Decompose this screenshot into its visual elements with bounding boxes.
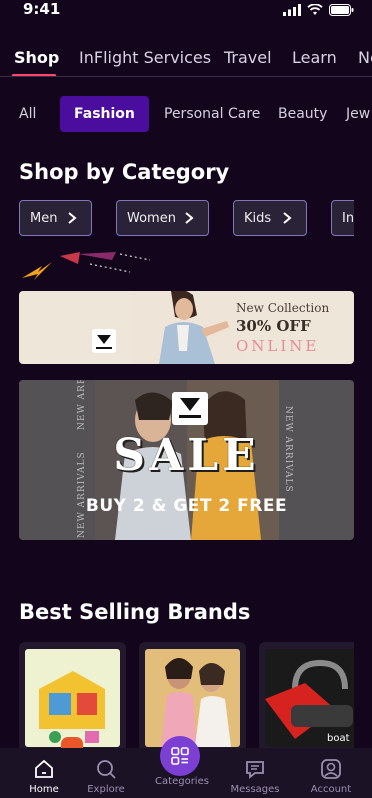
toy-product-image <box>25 649 120 747</box>
decorative-burst-graphic <box>22 252 151 280</box>
chevron-right-icon <box>283 212 292 224</box>
category-partial[interactable]: In <box>331 200 354 236</box>
side-text-left-top: NEW ARRIVALS <box>77 380 87 430</box>
subtab-personal-care[interactable]: Personal Care <box>164 106 260 122</box>
nav-account[interactable]: Account <box>301 758 361 795</box>
disrupt-logo-icon <box>96 335 112 349</box>
status-bar: 9:41 <box>0 0 372 22</box>
tab-inflight-services[interactable]: InFlight Services <box>79 48 211 67</box>
battery-icon <box>329 4 354 16</box>
account-icon <box>321 759 341 779</box>
brand-card-audio[interactable]: boat <box>259 642 354 752</box>
subtab-fashion[interactable]: Fashion <box>60 96 149 132</box>
brand-logo <box>172 392 208 425</box>
category-label: Kids <box>244 210 272 226</box>
nav-label: Categories <box>155 776 209 787</box>
brand-card-fashion[interactable] <box>139 642 246 752</box>
banner-collection-line2: 30% OFF <box>236 317 311 335</box>
nav-label: Explore <box>87 784 125 795</box>
wifi-icon <box>307 4 323 15</box>
subtab-partial[interactable]: Jew <box>346 106 370 122</box>
category-label: Men <box>30 210 58 226</box>
brand-logo <box>92 329 116 353</box>
category-men[interactable]: Men <box>19 200 92 236</box>
chevron-right-icon <box>68 212 77 224</box>
categories-icon <box>171 747 189 765</box>
brand-image <box>25 649 120 747</box>
brand-image <box>145 649 240 747</box>
nav-label: Account <box>310 784 352 795</box>
nav-messages[interactable]: Messages <box>225 758 285 795</box>
chevron-right-icon <box>185 212 194 224</box>
nav-explore[interactable]: Explore <box>76 758 136 795</box>
promo-banner-collection[interactable]: New Collection 30% OFF ONLINE <box>19 291 354 364</box>
nav-categories[interactable]: Categories <box>152 776 212 787</box>
best-selling-brands-title: Best Selling Brands <box>19 600 251 624</box>
nav-label: Home <box>29 784 59 795</box>
category-kids[interactable]: Kids <box>233 200 307 236</box>
brand-label: boat <box>327 733 350 744</box>
disrupt-logo-icon <box>179 398 201 418</box>
brand-card-toys[interactable] <box>19 642 126 752</box>
category-women[interactable]: Women <box>116 200 209 236</box>
signal-icon <box>283 4 301 16</box>
home-icon <box>35 759 53 778</box>
status-icons <box>283 4 354 16</box>
sub-tabs: All Fashion Personal Care Beauty Jew <box>0 96 372 132</box>
brand-image: boat <box>265 649 354 747</box>
category-row: Men Women Kids In <box>0 200 354 236</box>
status-time: 9:41 <box>23 0 61 18</box>
sale-offer: BUY 2 & GET 2 FREE <box>85 496 288 516</box>
nav-label: Messages <box>230 784 280 795</box>
fashion-product-image <box>145 649 240 747</box>
model-photo <box>131 291 241 364</box>
main-tabs: Shop InFlight Services Travel Learn Ne <box>0 44 372 78</box>
tab-shop[interactable]: Shop <box>14 48 59 67</box>
subtab-all[interactable]: All <box>19 106 36 122</box>
promo-banner-sale[interactable]: NEW ARRIVALS NEW ARRIVALS NEW ARRIVALS S… <box>19 380 354 540</box>
tab-partial[interactable]: Ne <box>358 48 372 67</box>
tab-learn[interactable]: Learn <box>292 48 337 67</box>
nav-home[interactable]: Home <box>14 758 74 795</box>
tab-travel[interactable]: Travel <box>224 48 272 67</box>
subtab-beauty[interactable]: Beauty <box>278 106 327 122</box>
banner-collection-line1: New Collection <box>236 301 330 315</box>
explore-icon <box>97 760 116 779</box>
category-label: Women <box>127 210 176 226</box>
tabs-divider <box>0 76 372 77</box>
sale-headline: SALE <box>113 430 260 481</box>
categories-fab[interactable] <box>160 736 200 776</box>
shop-by-category-title: Shop by Category <box>19 160 230 184</box>
category-label: In <box>342 210 354 226</box>
messages-icon <box>246 761 264 779</box>
banner-collection-line3: ONLINE <box>236 337 320 355</box>
